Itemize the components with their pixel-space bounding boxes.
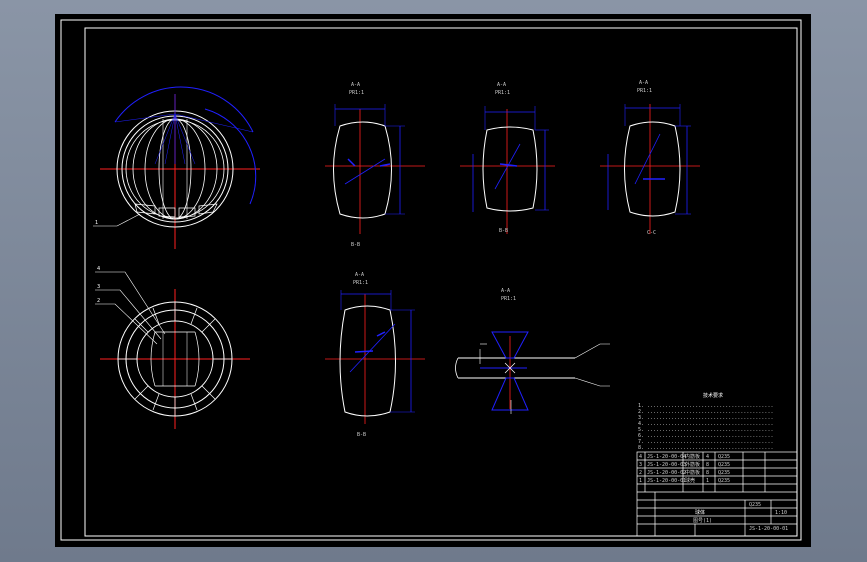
part-code: JS-1-20-00-04 bbox=[647, 454, 686, 460]
part-name: 外筋板 bbox=[685, 461, 700, 468]
part-qty: 8 bbox=[706, 462, 709, 468]
segment-view-2 bbox=[460, 106, 555, 234]
part-index: 2 bbox=[639, 470, 642, 476]
segment-view-1 bbox=[325, 104, 425, 234]
part-name: 中筋板 bbox=[685, 469, 700, 476]
view-caption: C-C bbox=[647, 230, 656, 236]
scale-value: 1:10 bbox=[775, 510, 787, 516]
material-value: Q235 bbox=[749, 502, 761, 508]
part-index: 1 bbox=[639, 478, 642, 484]
balloon-label: 4 bbox=[97, 266, 100, 272]
cad-drawing: 1 4 3 2 A-A PR1:1 B-B A-A PR1:1 B-B A-A … bbox=[60, 19, 802, 541]
view-scale: PR1:1 bbox=[637, 88, 652, 94]
drawing-subtitle: 图号(1) bbox=[693, 518, 712, 524]
part-material: Q235 bbox=[718, 454, 730, 460]
balloon-label: 2 bbox=[97, 298, 100, 304]
parts-list: 4 JS-1-20-00-04 内筋板 4 Q235 3 JS-1-20-00-… bbox=[639, 453, 730, 484]
note-line: 8. .....................................… bbox=[638, 445, 773, 451]
part-code: JS-1-20-00-03 bbox=[647, 462, 686, 468]
weld-detail bbox=[455, 331, 610, 414]
part-material: Q235 bbox=[718, 470, 730, 476]
view-title: A-A bbox=[351, 82, 360, 88]
view-scale: PR1:1 bbox=[349, 90, 364, 96]
part-index: 3 bbox=[639, 462, 642, 468]
view-caption: B-B bbox=[357, 432, 366, 438]
balloon-label: 3 bbox=[97, 284, 100, 290]
part-index: 4 bbox=[639, 454, 642, 460]
drawing-code: JS-1-20-00-01 bbox=[749, 526, 788, 532]
part-name: 球壳 bbox=[685, 477, 695, 484]
view-caption: B-B bbox=[499, 228, 508, 234]
segment-view-3 bbox=[600, 104, 700, 234]
view-scale: PR1:1 bbox=[495, 90, 510, 96]
sphere-top-view bbox=[93, 86, 260, 249]
part-material: Q235 bbox=[718, 462, 730, 468]
notes-title: 技术要求 bbox=[703, 392, 723, 399]
view-title: A-A bbox=[501, 288, 510, 294]
part-qty: 8 bbox=[706, 470, 709, 476]
view-title: A-A bbox=[639, 80, 648, 86]
part-qty: 4 bbox=[706, 454, 709, 460]
balloon-label: 1 bbox=[95, 220, 98, 226]
part-material: Q235 bbox=[718, 478, 730, 484]
part-qty: 1 bbox=[706, 478, 709, 484]
view-title: A-A bbox=[355, 272, 364, 278]
view-caption: B-B bbox=[351, 242, 360, 248]
part-name: 内筋板 bbox=[685, 453, 700, 460]
view-title: A-A bbox=[497, 82, 506, 88]
drawing-name: 球体 bbox=[695, 509, 705, 516]
view-scale: PR1:1 bbox=[353, 280, 368, 286]
sphere-bottom-view bbox=[95, 271, 250, 429]
segment-view-4 bbox=[325, 290, 425, 424]
view-scale: PR1:1 bbox=[501, 296, 516, 302]
drawing-sheet: 1 4 3 2 A-A PR1:1 B-B A-A PR1:1 B-B A-A … bbox=[55, 14, 811, 547]
part-code: JS-1-20-00-02 bbox=[647, 470, 686, 476]
part-code: JS-1-20-00-01 bbox=[647, 478, 686, 484]
technical-notes: 技术要求 1. ................................… bbox=[638, 392, 773, 451]
